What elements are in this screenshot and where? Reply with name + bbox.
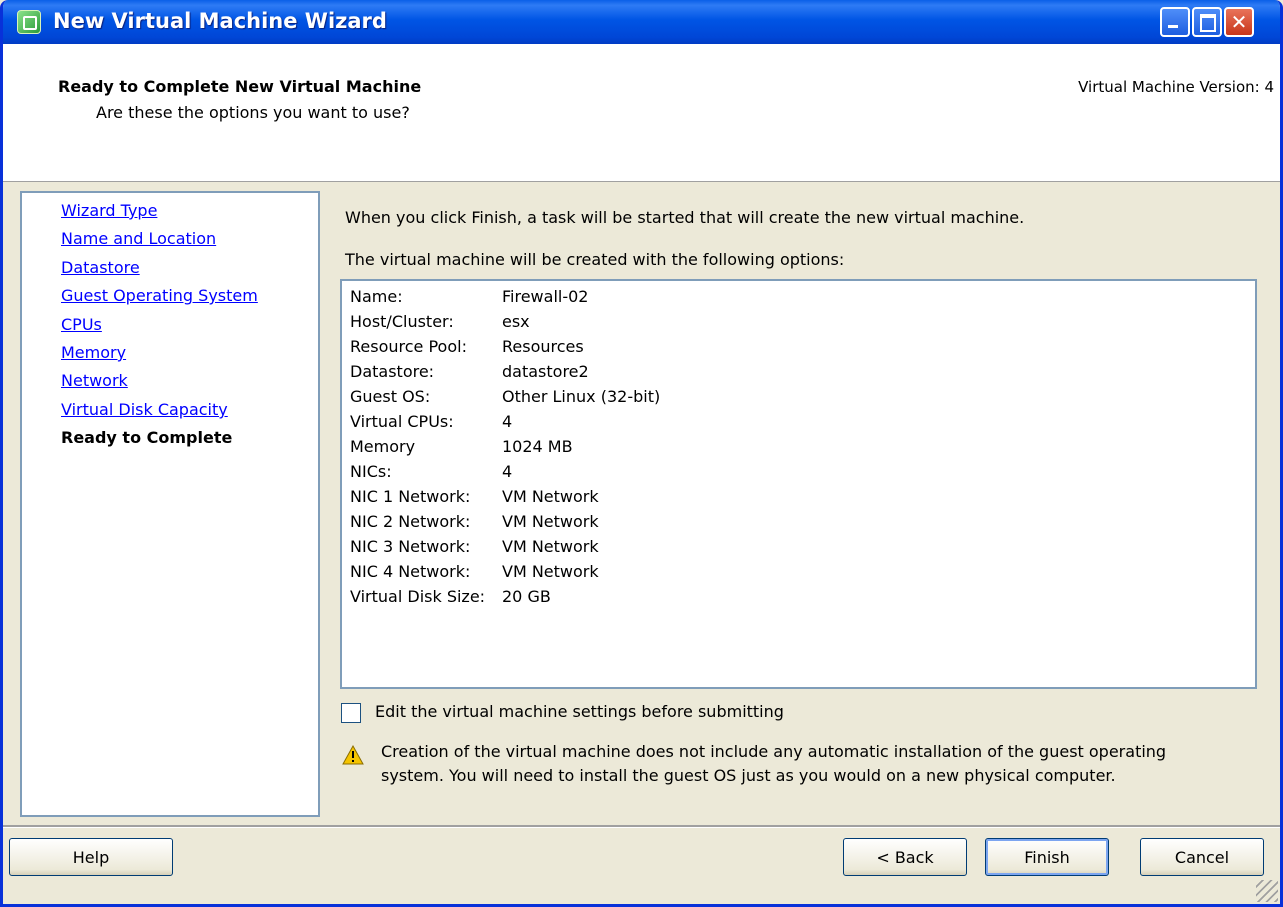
- nav-item-cpus[interactable]: CPUs: [61, 315, 102, 334]
- wizard-header: Ready to Complete New Virtual Machine Ar…: [3, 44, 1280, 182]
- close-button[interactable]: ✕: [1224, 7, 1254, 37]
- warning-line-2: system. You will need to install the gue…: [381, 766, 1116, 785]
- wizard-window: New Virtual Machine Wizard ✕ Ready to Co…: [0, 0, 1283, 907]
- edit-settings-label[interactable]: Edit the virtual machine settings before…: [375, 702, 784, 721]
- summary-key: Virtual CPUs:: [350, 412, 454, 431]
- summary-key: Memory: [350, 437, 416, 456]
- summary-key: NIC 2 Network:: [350, 512, 471, 531]
- summary-value: esx: [502, 312, 530, 331]
- close-icon: ✕: [1230, 10, 1248, 34]
- nav-item-disk-capacity[interactable]: Virtual Disk Capacity: [61, 400, 228, 419]
- finish-button[interactable]: Finish: [985, 838, 1109, 876]
- summary-key: Name:: [350, 287, 403, 306]
- summary-key: Datastore:: [350, 362, 435, 381]
- summary-value: 4: [502, 412, 513, 431]
- summary-value: Resources: [502, 337, 584, 356]
- summary-key: NIC 4 Network:: [350, 562, 471, 581]
- footer-divider: [3, 825, 1280, 828]
- minimize-icon: [1168, 25, 1178, 28]
- window-title: New Virtual Machine Wizard: [53, 9, 387, 33]
- cancel-button[interactable]: Cancel: [1140, 838, 1264, 876]
- nav-item-wizard-type[interactable]: Wizard Type: [61, 201, 157, 220]
- summary-value: Firewall-02: [502, 287, 589, 306]
- back-button[interactable]: < Back: [843, 838, 967, 876]
- nav-item-name-location[interactable]: Name and Location: [61, 229, 216, 248]
- summary-value: 4: [502, 462, 513, 481]
- page-subtitle: Are these the options you want to use?: [96, 103, 410, 122]
- summary-key: NIC 3 Network:: [350, 537, 471, 556]
- summary-value: Other Linux (32-bit): [502, 387, 661, 406]
- edit-settings-checkbox[interactable]: [341, 703, 361, 723]
- summary-value: VM Network: [502, 512, 599, 531]
- finish-info-text: When you click Finish, a task will be st…: [345, 208, 1025, 227]
- summary-value: VM Network: [502, 562, 599, 581]
- help-button[interactable]: Help: [9, 838, 173, 876]
- title-bar[interactable]: New Virtual Machine Wizard ✕: [3, 0, 1280, 44]
- resize-grip-icon[interactable]: [1256, 880, 1278, 902]
- minimize-button[interactable]: [1160, 7, 1190, 37]
- summary-key: Resource Pool:: [350, 337, 467, 356]
- nav-item-datastore[interactable]: Datastore: [61, 258, 140, 277]
- summary-key: NIC 1 Network:: [350, 487, 471, 506]
- summary-value: 1024 MB: [502, 437, 573, 456]
- summary-list[interactable]: Name: Firewall-02 Host/Cluster: esx Resour…: [340, 279, 1257, 689]
- warning-icon: [342, 745, 364, 765]
- nav-item-ready-to-complete: Ready to Complete: [61, 428, 233, 447]
- summary-value: VM Network: [502, 487, 599, 506]
- summary-value: datastore2: [502, 362, 589, 381]
- summary-key: Host/Cluster:: [350, 312, 454, 331]
- guest-os-warning: Creation of the virtual machine does not…: [381, 740, 1166, 788]
- summary-value: 20 GB: [502, 587, 551, 606]
- nav-item-guest-os[interactable]: Guest Operating System: [61, 286, 258, 305]
- summary-key: Guest OS:: [350, 387, 431, 406]
- summary-key: Virtual Disk Size:: [350, 587, 486, 606]
- summary-key: NICs:: [350, 462, 392, 481]
- options-info-text: The virtual machine will be created with…: [345, 250, 845, 269]
- summary-value: VM Network: [502, 537, 599, 556]
- maximize-icon: [1200, 14, 1216, 32]
- wizard-steps-nav: Wizard Type Name and Location Datastore …: [20, 191, 320, 817]
- maximize-button[interactable]: [1192, 7, 1222, 37]
- nav-item-memory[interactable]: Memory: [61, 343, 126, 362]
- nav-item-network[interactable]: Network: [61, 371, 128, 390]
- warning-line-1: Creation of the virtual machine does not…: [381, 742, 1167, 761]
- page-title: Ready to Complete New Virtual Machine: [58, 77, 422, 96]
- vm-wizard-icon: [17, 10, 41, 34]
- vm-version-label: Virtual Machine Version: 4: [1078, 78, 1274, 96]
